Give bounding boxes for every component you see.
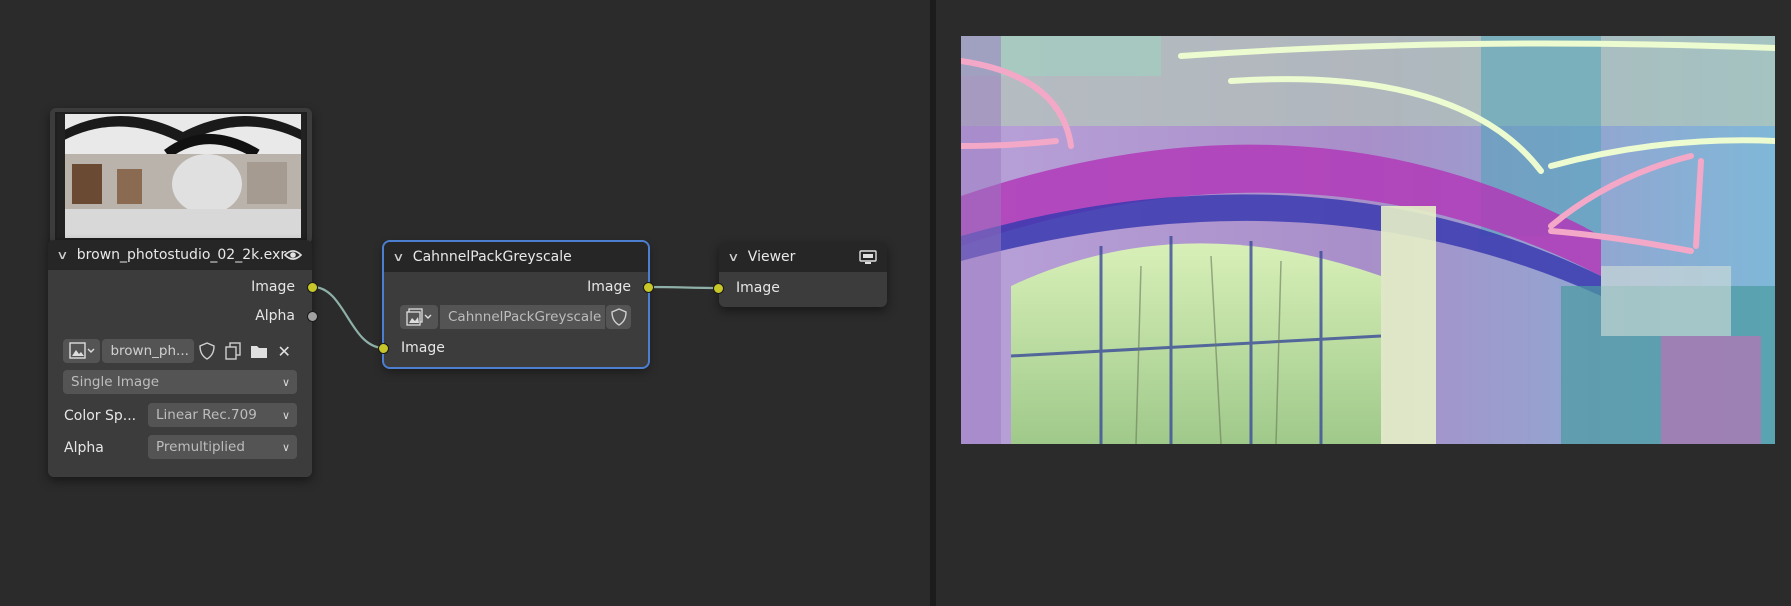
alpha-mode-value: Premultiplied: [156, 439, 245, 455]
close-icon[interactable]: ✕: [271, 339, 297, 363]
collapse-chevron-icon[interactable]: ∨: [392, 250, 404, 264]
wire-image-to-group: [312, 285, 385, 350]
output-alpha-label: Alpha: [255, 308, 295, 324]
viewer-node-header[interactable]: ∨ Viewer: [719, 242, 887, 272]
fake-user-shield-icon[interactable]: [194, 339, 220, 363]
node-group-browse-button[interactable]: [400, 305, 438, 329]
viewer-node[interactable]: ∨ Viewer Image: [713, 242, 887, 307]
chevron-down-icon: ∨: [281, 440, 290, 454]
image-selector-row: brown_ph... ✕: [63, 338, 297, 364]
output-image-row: Image: [384, 276, 648, 298]
node-title: Viewer: [747, 249, 796, 265]
image-thumbnail: [55, 112, 307, 240]
color-space-label: Color Sp...: [64, 408, 137, 424]
duplicate-icon[interactable]: [220, 339, 246, 363]
output-image-socket[interactable]: [307, 282, 318, 293]
viewer-backdrop-image: [961, 36, 1775, 444]
node-title: CahnnelPackGreyscale: [412, 249, 572, 265]
output-image-label: Image: [251, 279, 295, 295]
monitor-icon: [859, 250, 877, 264]
source-value: Single Image: [71, 374, 160, 390]
input-image-socket[interactable]: [713, 283, 724, 294]
node-tree-icon: [406, 308, 432, 326]
output-alpha-socket[interactable]: [307, 311, 318, 322]
output-image-socket[interactable]: [643, 282, 654, 293]
input-image-label: Image: [401, 340, 445, 356]
node-title: brown_photostudio_02_2k.exr: [76, 247, 287, 263]
node-editor[interactable]: ∨ brown_photostudio_02_2k.exr Image Alph…: [0, 0, 930, 606]
output-alpha-row: Alpha: [48, 305, 312, 327]
output-image-label: Image: [587, 279, 631, 295]
alpha-mode-label: Alpha: [64, 440, 104, 456]
group-name-field[interactable]: CahnnelPackGreyscale: [440, 305, 605, 329]
group-node[interactable]: ∨ CahnnelPackGreyscale Image CahnnelPack…: [378, 240, 654, 369]
input-image-row: Image: [719, 277, 887, 299]
chevron-down-icon: ∨: [281, 375, 290, 389]
fake-user-shield-icon[interactable]: [606, 305, 631, 329]
source-dropdown[interactable]: Single Image ∨: [63, 370, 297, 394]
chevron-down-icon: ∨: [281, 408, 290, 422]
image-name-field[interactable]: brown_ph...: [102, 339, 195, 363]
eye-icon[interactable]: [284, 246, 302, 264]
open-folder-icon[interactable]: [246, 339, 272, 363]
image-node-header[interactable]: ∨ brown_photostudio_02_2k.exr: [48, 240, 312, 270]
collapse-chevron-icon[interactable]: ∨: [727, 250, 739, 264]
image-node[interactable]: ∨ brown_photostudio_02_2k.exr Image Alph…: [48, 240, 318, 477]
group-node-header[interactable]: ∨ CahnnelPackGreyscale: [384, 242, 648, 272]
input-image-label: Image: [736, 280, 780, 296]
input-image-row: Image: [384, 337, 648, 359]
wire-group-to-viewer: [647, 285, 720, 290]
image-browse-button[interactable]: [63, 339, 101, 363]
color-space-dropdown[interactable]: Linear Rec.709 ∨: [148, 403, 297, 427]
input-image-socket[interactable]: [378, 343, 389, 354]
group-selector-row: CahnnelPackGreyscale: [400, 304, 632, 330]
color-space-value: Linear Rec.709: [156, 407, 257, 423]
collapse-chevron-icon[interactable]: ∨: [56, 248, 68, 262]
alpha-mode-dropdown[interactable]: Premultiplied ∨: [148, 435, 297, 459]
output-image-row: Image: [48, 276, 312, 298]
image-icon: [69, 342, 95, 359]
